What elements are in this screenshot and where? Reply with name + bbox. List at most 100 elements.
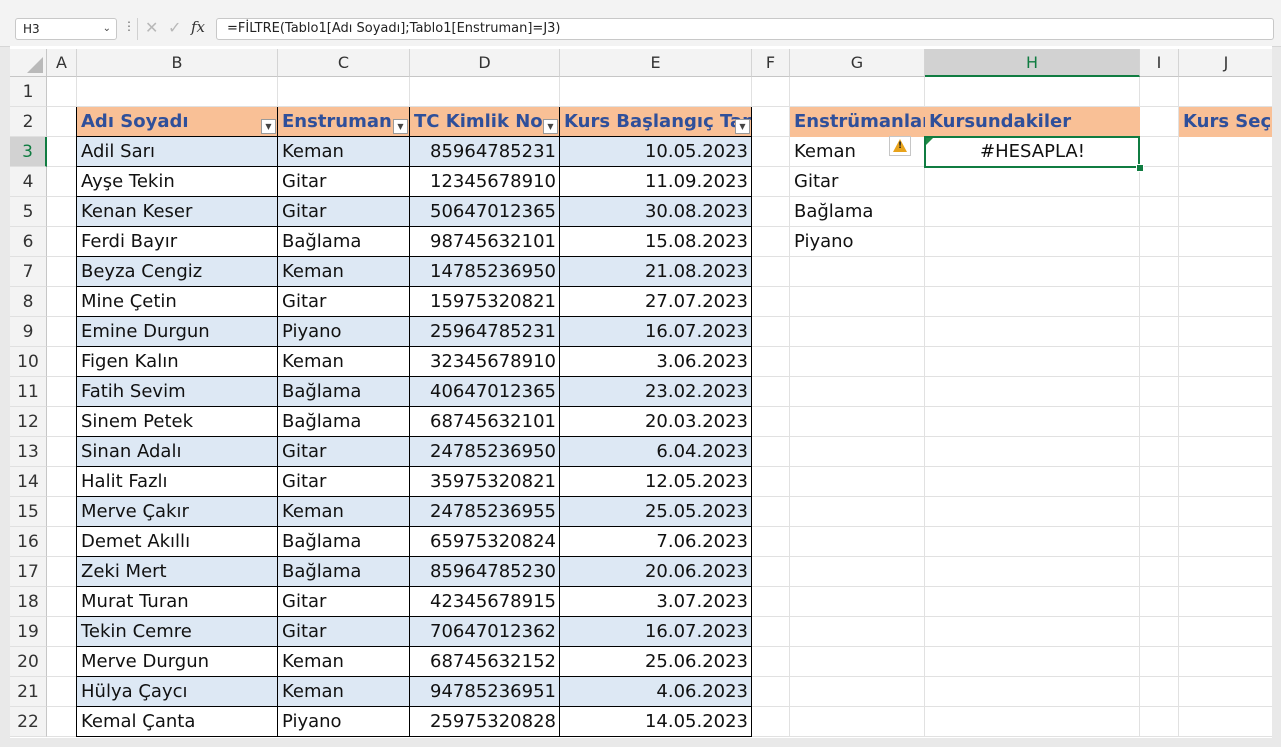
header-tc-no[interactable]: TC Kimlik No — [410, 107, 560, 137]
cell-instrument[interactable]: Gitar — [278, 617, 410, 647]
cell-tc-no[interactable]: 42345678915 — [410, 587, 560, 617]
cell-tc-no[interactable]: 25975320828 — [410, 707, 560, 737]
row-header-16[interactable]: 16 — [10, 527, 47, 557]
cell-name[interactable]: Sinem Petek — [77, 407, 278, 437]
filter-dropdown-icon[interactable]: ▼ — [543, 119, 558, 134]
cell-instrument[interactable]: Bağlama — [278, 557, 410, 587]
cell-instrument[interactable]: Keman — [278, 647, 410, 677]
cell-start-date[interactable]: 14.05.2023 — [560, 707, 752, 737]
filter-dropdown-icon[interactable]: ▼ — [735, 119, 750, 134]
name-box[interactable]: H3 ⌄ — [15, 18, 117, 40]
cell-start-date[interactable]: 25.06.2023 — [560, 647, 752, 677]
cell-name[interactable]: Fatih Sevim — [77, 377, 278, 407]
column-header-h[interactable]: H — [925, 49, 1140, 77]
cell-name[interactable]: Kemal Çanta — [77, 707, 278, 737]
row-header-11[interactable]: 11 — [10, 377, 47, 407]
cell-instrument[interactable]: Gitar — [278, 287, 410, 317]
row-header-10[interactable]: 10 — [10, 347, 47, 377]
cell-instrument[interactable]: Keman — [278, 257, 410, 287]
cell-tc-no[interactable]: 40647012365 — [410, 377, 560, 407]
row-header-18[interactable]: 18 — [10, 587, 47, 617]
cell-tc-no[interactable]: 35975320821 — [410, 467, 560, 497]
select-all-corner[interactable] — [10, 49, 47, 77]
cell-start-date[interactable]: 21.08.2023 — [560, 257, 752, 287]
cell-instrument[interactable]: Piyano — [278, 317, 410, 347]
course-select-header[interactable]: Kurs Seç — [1179, 107, 1272, 137]
header-name[interactable]: Adı Soyadı — [77, 107, 278, 137]
header-instrument[interactable]: Enstruman — [278, 107, 410, 137]
cell-tc-no[interactable]: 85964785231 — [410, 137, 560, 167]
cell-name[interactable]: Figen Kalın — [77, 347, 278, 377]
cell-name[interactable]: Ayşe Tekin — [77, 167, 278, 197]
row-header-13[interactable]: 13 — [10, 437, 47, 467]
cell-start-date[interactable]: 16.07.2023 — [560, 317, 752, 347]
cell-tc-no[interactable]: 24785236950 — [410, 437, 560, 467]
row-header-2[interactable]: 2 — [10, 107, 47, 137]
row-header-7[interactable]: 7 — [10, 257, 47, 287]
instruments-header[interactable]: Enstrümanlar — [790, 107, 925, 137]
column-header-i[interactable]: I — [1140, 49, 1179, 77]
cell-instrument[interactable]: Bağlama — [278, 227, 410, 257]
cell-start-date[interactable]: 3.07.2023 — [560, 587, 752, 617]
cell-tc-no[interactable]: 25964785231 — [410, 317, 560, 347]
row-header-1[interactable]: 1 — [10, 77, 47, 107]
cell-instrument[interactable]: Gitar — [278, 167, 410, 197]
cell-instrument[interactable]: Piyano — [278, 707, 410, 737]
cell-instrument[interactable]: Gitar — [278, 437, 410, 467]
cell-start-date[interactable]: 6.04.2023 — [560, 437, 752, 467]
cell-instrument[interactable]: Gitar — [278, 467, 410, 497]
result-header[interactable]: Kursundakiler — [925, 107, 1140, 137]
row-header-22[interactable]: 22 — [10, 707, 47, 737]
cell-name[interactable]: Hülya Çaycı — [77, 677, 278, 707]
cell-start-date[interactable]: 20.06.2023 — [560, 557, 752, 587]
cell-start-date[interactable]: 16.07.2023 — [560, 617, 752, 647]
row-header-15[interactable]: 15 — [10, 497, 47, 527]
row-header-5[interactable]: 5 — [10, 197, 47, 227]
cell-name[interactable]: Adil Sarı — [77, 137, 278, 167]
row-header-19[interactable]: 19 — [10, 617, 47, 647]
cell-tc-no[interactable]: 94785236951 — [410, 677, 560, 707]
more-dots-icon[interactable]: ⋮ — [123, 19, 135, 33]
cell-tc-no[interactable]: 24785236955 — [410, 497, 560, 527]
enter-check-icon[interactable]: ✓ — [168, 18, 181, 37]
cell-name[interactable]: Beyza Cengiz — [77, 257, 278, 287]
column-header-e[interactable]: E — [560, 49, 752, 77]
instrument-item[interactable]: Piyano — [790, 227, 925, 257]
fx-icon[interactable]: fx — [191, 18, 205, 36]
cell-name[interactable]: Halit Fazlı — [77, 467, 278, 497]
cell-start-date[interactable]: 12.05.2023 — [560, 467, 752, 497]
column-header-a[interactable]: A — [47, 49, 77, 77]
cell-instrument[interactable]: Gitar — [278, 587, 410, 617]
cell-start-date[interactable]: 11.09.2023 — [560, 167, 752, 197]
cell-start-date[interactable]: 30.08.2023 — [560, 197, 752, 227]
cell-tc-no[interactable]: 70647012362 — [410, 617, 560, 647]
cell-instrument[interactable]: Bağlama — [278, 527, 410, 557]
cell-name[interactable]: Merve Çakır — [77, 497, 278, 527]
cell-name[interactable]: Merve Durgun — [77, 647, 278, 677]
fill-handle[interactable] — [1136, 164, 1144, 172]
cell-instrument[interactable]: Bağlama — [278, 407, 410, 437]
chevron-down-icon[interactable]: ⌄ — [103, 19, 111, 39]
cell-tc-no[interactable]: 14785236950 — [410, 257, 560, 287]
cell-instrument[interactable]: Bağlama — [278, 377, 410, 407]
cell-name[interactable]: Kenan Keser — [77, 197, 278, 227]
formula-input[interactable]: =FİLTRE(Tablo1[Adı Soyadı];Tablo1[Enstru… — [216, 18, 1274, 40]
column-header-b[interactable]: B — [77, 49, 278, 77]
course-select-cell[interactable] — [1179, 137, 1272, 167]
column-header-d[interactable]: D — [410, 49, 560, 77]
column-header-j[interactable]: J — [1179, 49, 1272, 77]
row-header-9[interactable]: 9 — [10, 317, 47, 347]
cell-name[interactable]: Ferdi Bayır — [77, 227, 278, 257]
cell-tc-no[interactable]: 32345678910 — [410, 347, 560, 377]
column-header-f[interactable]: F — [752, 49, 790, 77]
column-header-c[interactable]: C — [278, 49, 410, 77]
result-cell[interactable]: #HESAPLA! — [925, 137, 1140, 167]
cell-name[interactable]: Murat Turan — [77, 587, 278, 617]
warning-icon[interactable]: ! — [889, 136, 911, 156]
cell-tc-no[interactable]: 68745632101 — [410, 407, 560, 437]
cell-start-date[interactable]: 3.06.2023 — [560, 347, 752, 377]
cell-start-date[interactable]: 25.05.2023 — [560, 497, 752, 527]
cell-name[interactable]: Mine Çetin — [77, 287, 278, 317]
header-start-date[interactable]: Kurs Başlangıç Tarihi — [560, 107, 752, 137]
cell-name[interactable]: Sinan Adalı — [77, 437, 278, 467]
